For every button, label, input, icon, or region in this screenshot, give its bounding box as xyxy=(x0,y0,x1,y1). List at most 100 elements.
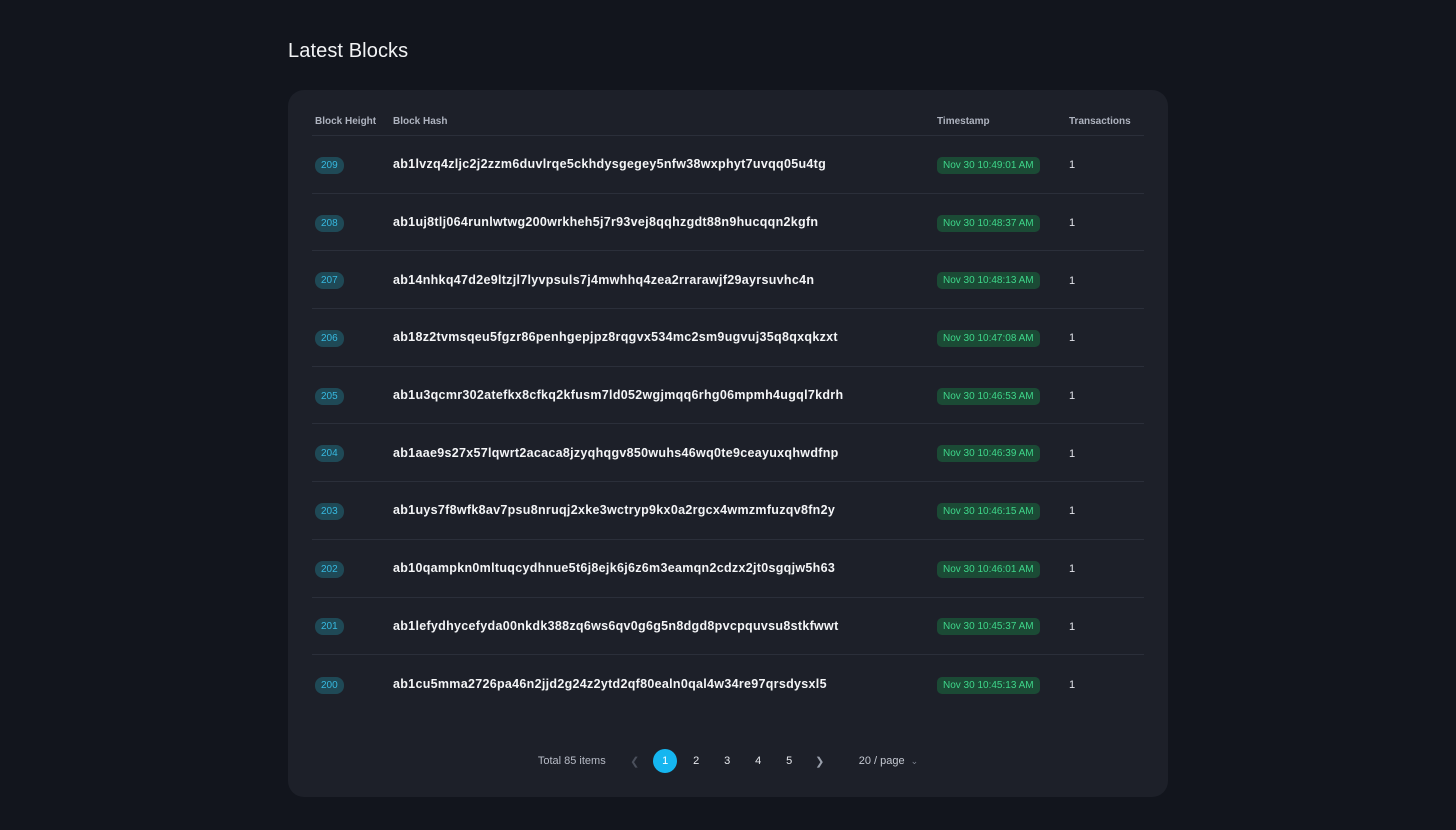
timestamp-cell: Nov 30 10:45:13 AM xyxy=(933,675,1067,694)
header-block-hash: Block Hash xyxy=(393,116,448,127)
block-hash-cell: ab1lvzq4zljc2j2zzm6duvlrqe5ckhdysgegey5n… xyxy=(389,155,933,173)
block-height-badge[interactable]: 204 xyxy=(315,445,344,463)
transactions-cell: 1 xyxy=(1067,675,1144,693)
block-hash-link[interactable]: ab1lefydhycefyda00nkdk388zq6ws6qv0g6g5n8… xyxy=(393,619,839,633)
block-height-cell: 207 xyxy=(312,270,389,290)
block-hash-link[interactable]: ab14nhkq47d2e9ltzjl7lyvpsuls7j4mwhhq4zea… xyxy=(393,273,814,287)
page-numbers: 12345 xyxy=(650,749,805,773)
timestamp-cell: Nov 30 10:46:01 AM xyxy=(933,559,1067,578)
table-row[interactable]: 206 ab18z2tvmsqeu5fgzr86penhgepjpz8rqgvx5… xyxy=(312,309,1144,367)
block-height-badge[interactable]: 207 xyxy=(315,272,344,290)
table-row[interactable]: 204 ab1aae9s27x57lqwrt2acaca8jzyqhqgv850w… xyxy=(312,424,1144,483)
timestamp-badge: Nov 30 10:46:01 AM xyxy=(937,560,1040,578)
timestamp-cell: Nov 30 10:46:53 AM xyxy=(933,386,1067,405)
timestamp-cell: Nov 30 10:47:08 AM xyxy=(933,328,1067,347)
block-hash-link[interactable]: ab1uys7f8wfk8av7psu8nruqj2xke3wctryp9kx0… xyxy=(393,503,835,517)
block-hash-link[interactable]: ab1u3qcmr302atefkx8cfkq2kfusm7ld052wgjmq… xyxy=(393,388,843,402)
transactions-count: 1 xyxy=(1069,217,1076,230)
transactions-count: 1 xyxy=(1069,620,1076,633)
block-hash-link[interactable]: ab10qampkn0mltuqcydhnue5t6j8ejk6j6z6m3ea… xyxy=(393,561,835,575)
table-row[interactable]: 202 ab10qampkn0mltuqcydhnue5t6j8ejk6j6z6m… xyxy=(312,540,1144,598)
block-height-cell: 206 xyxy=(312,328,389,347)
block-height-cell: 209 xyxy=(312,155,389,174)
chevron-left-icon[interactable]: ❮ xyxy=(624,750,646,772)
block-hash-link[interactable]: ab18z2tvmsqeu5fgzr86penhgepjpz8rqgvx534m… xyxy=(393,330,838,344)
transactions-cell: 1 xyxy=(1067,213,1144,231)
block-hash-link[interactable]: ab1aae9s27x57lqwrt2acaca8jzyqhqgv850wuhs… xyxy=(393,446,839,460)
timestamp-badge: Nov 30 10:46:53 AM xyxy=(937,387,1040,405)
table-row[interactable]: 207 ab14nhkq47d2e9ltzjl7lyvpsuls7j4mwhhq4… xyxy=(312,251,1144,310)
table-row[interactable]: 209 ab1lvzq4zljc2j2zzm6duvlrqe5ckhdysgege… xyxy=(312,136,1144,194)
page-5-button[interactable]: 5 xyxy=(777,749,801,773)
page-4-button[interactable]: 4 xyxy=(746,749,770,773)
timestamp-cell: Nov 30 10:48:13 AM xyxy=(933,270,1067,290)
block-hash-cell: ab10qampkn0mltuqcydhnue5t6j8ejk6j6z6m3ea… xyxy=(389,559,933,577)
transactions-cell: 1 xyxy=(1067,328,1144,346)
header-block-height: Block Height xyxy=(315,116,377,127)
transactions-cell: 1 xyxy=(1067,271,1144,289)
timestamp-cell: Nov 30 10:46:15 AM xyxy=(933,501,1067,520)
table-body: 209 ab1lvzq4zljc2j2zzm6duvlrqe5ckhdysgege… xyxy=(312,136,1144,713)
block-hash-link[interactable]: ab1uj8tlj064runlwtwg200wrkheh5j7r93vej8q… xyxy=(393,215,818,229)
block-hash-cell: ab18z2tvmsqeu5fgzr86penhgepjpz8rqgvx534m… xyxy=(389,328,933,346)
block-height-badge[interactable]: 209 xyxy=(315,156,344,174)
timestamp-cell: Nov 30 10:49:01 AM xyxy=(933,155,1067,174)
table-row[interactable]: 208 ab1uj8tlj064runlwtwg200wrkheh5j7r93ve… xyxy=(312,194,1144,252)
header-timestamp: Timestamp xyxy=(937,116,990,127)
block-hash-cell: ab1aae9s27x57lqwrt2acaca8jzyqhqgv850wuhs… xyxy=(389,444,933,462)
timestamp-badge: Nov 30 10:45:37 AM xyxy=(937,618,1040,636)
block-height-cell: 200 xyxy=(312,675,389,694)
header-transactions: Transactions xyxy=(1069,116,1131,127)
block-hash-cell: ab1cu5mma2726pa46n2jjd2g24z2ytd2qf80ealn… xyxy=(389,675,933,693)
block-hash-link[interactable]: ab1cu5mma2726pa46n2jjd2g24z2ytd2qf80ealn… xyxy=(393,677,827,691)
table-row[interactable]: 205 ab1u3qcmr302atefkx8cfkq2kfusm7ld052wg… xyxy=(312,367,1144,425)
blocks-table: Block Height Block Hash Timestamp Transa… xyxy=(312,108,1144,713)
transactions-count: 1 xyxy=(1069,332,1076,345)
transactions-cell: 1 xyxy=(1067,155,1144,173)
chevron-down-icon: ⌄ xyxy=(910,755,919,766)
page-1-button[interactable]: 1 xyxy=(653,749,678,773)
transactions-cell: 1 xyxy=(1067,444,1144,462)
block-height-badge[interactable]: 202 xyxy=(315,560,344,578)
transactions-count: 1 xyxy=(1069,679,1076,692)
block-height-badge[interactable]: 203 xyxy=(315,502,344,520)
table-row[interactable]: 201 ab1lefydhycefyda00nkdk388zq6ws6qv0g6g… xyxy=(312,598,1144,656)
timestamp-badge: Nov 30 10:45:13 AM xyxy=(937,676,1040,694)
block-height-badge[interactable]: 201 xyxy=(315,618,344,636)
block-height-badge[interactable]: 208 xyxy=(315,214,344,232)
timestamp-badge: Nov 30 10:46:15 AM xyxy=(937,502,1040,520)
page-size-select[interactable]: 20 / page ⌄ xyxy=(859,755,918,767)
timestamp-badge: Nov 30 10:47:08 AM xyxy=(937,329,1040,347)
block-height-badge[interactable]: 205 xyxy=(315,387,344,405)
timestamp-badge: Nov 30 10:49:01 AM xyxy=(937,156,1040,174)
block-height-cell: 204 xyxy=(312,443,389,463)
pagination: Total 85 items ❮ 12345 ❯ 20 / page ⌄ xyxy=(288,749,1168,773)
block-hash-cell: ab1u3qcmr302atefkx8cfkq2kfusm7ld052wgjmq… xyxy=(389,386,933,404)
transactions-count: 1 xyxy=(1069,390,1076,403)
timestamp-cell: Nov 30 10:45:37 AM xyxy=(933,616,1067,636)
table-row[interactable]: 200 ab1cu5mma2726pa46n2jjd2g24z2ytd2qf80e… xyxy=(312,655,1144,713)
page-2-button[interactable]: 2 xyxy=(684,749,708,773)
block-height-cell: 203 xyxy=(312,501,389,520)
block-hash-link[interactable]: ab1lvzq4zljc2j2zzm6duvlrqe5ckhdysgegey5n… xyxy=(393,157,826,171)
block-height-badge[interactable]: 200 xyxy=(315,676,344,694)
page-3-button[interactable]: 3 xyxy=(715,749,739,773)
chevron-right-icon[interactable]: ❯ xyxy=(809,750,831,772)
table-row[interactable]: 203 ab1uys7f8wfk8av7psu8nruqj2xke3wctryp9… xyxy=(312,482,1144,540)
block-height-badge[interactable]: 206 xyxy=(315,329,344,347)
block-hash-cell: ab14nhkq47d2e9ltzjl7lyvpsuls7j4mwhhq4zea… xyxy=(389,271,933,289)
timestamp-cell: Nov 30 10:48:37 AM xyxy=(933,213,1067,232)
transactions-count: 1 xyxy=(1069,505,1076,518)
transactions-count: 1 xyxy=(1069,563,1076,576)
transactions-count: 1 xyxy=(1069,447,1076,460)
block-hash-cell: ab1uys7f8wfk8av7psu8nruqj2xke3wctryp9kx0… xyxy=(389,501,933,519)
page-size-label: 20 / page xyxy=(858,755,905,767)
block-height-cell: 202 xyxy=(312,559,389,578)
transactions-count: 1 xyxy=(1069,159,1076,172)
timestamp-badge: Nov 30 10:46:39 AM xyxy=(937,445,1040,463)
block-hash-cell: ab1lefydhycefyda00nkdk388zq6ws6qv0g6g5n8… xyxy=(389,617,933,635)
timestamp-cell: Nov 30 10:46:39 AM xyxy=(933,443,1067,463)
timestamp-badge: Nov 30 10:48:37 AM xyxy=(937,214,1040,232)
transactions-count: 1 xyxy=(1069,274,1076,287)
block-height-cell: 208 xyxy=(312,213,389,232)
